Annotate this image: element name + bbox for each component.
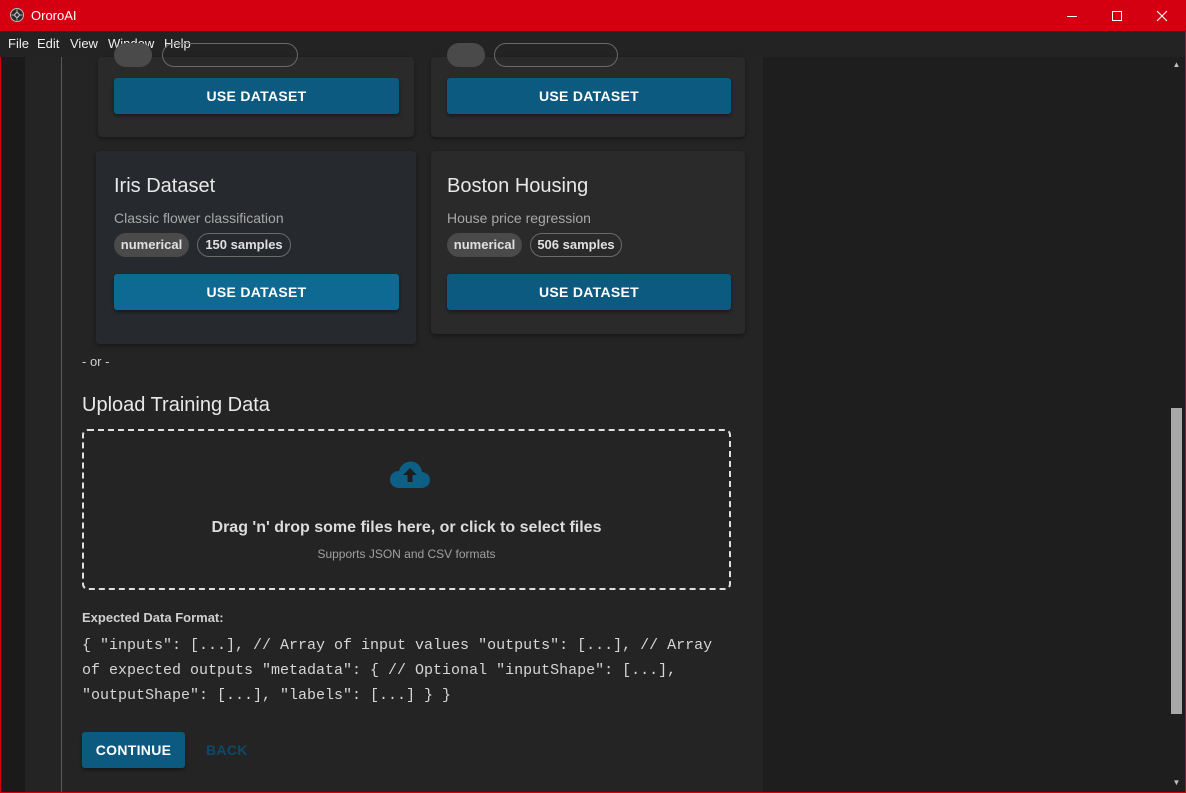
dataset-title: Boston Housing	[447, 175, 589, 197]
continue-button[interactable]: CONTINUE	[82, 732, 185, 768]
dataset-samples-chip	[162, 43, 298, 67]
dataset-type-chip	[114, 43, 152, 67]
scroll-down-arrow-icon[interactable]: ▼	[1171, 778, 1182, 788]
minimize-button[interactable]	[1049, 0, 1095, 31]
dataset-samples-chip: 506 samples	[530, 233, 622, 257]
dataset-samples-chip	[494, 43, 618, 67]
dataset-title: Iris Dataset	[114, 175, 216, 197]
menu-file[interactable]: File	[8, 36, 29, 51]
minimize-icon	[1067, 15, 1077, 17]
dataset-samples-chip: 150 samples	[197, 233, 291, 257]
dropzone-formats: Supports JSON and CSV formats	[317, 547, 496, 561]
or-separator: - or -	[82, 354, 110, 369]
dataset-type-chip: numerical	[447, 233, 522, 257]
cloud-upload-icon	[390, 461, 430, 488]
app-logo-icon	[10, 8, 24, 22]
close-button[interactable]	[1139, 0, 1185, 31]
use-dataset-button[interactable]: USE DATASET	[114, 274, 399, 310]
back-button[interactable]: BACK	[206, 732, 248, 768]
left-gutter	[1, 57, 26, 792]
scrollbar-thumb[interactable]	[1171, 408, 1182, 714]
format-label: Expected Data Format:	[82, 610, 224, 625]
menu-edit[interactable]: Edit	[37, 36, 59, 51]
close-icon	[1156, 10, 1168, 21]
stepper-connector	[61, 57, 62, 792]
use-dataset-button[interactable]: USE DATASET	[447, 78, 731, 114]
dataset-card: USE DATASET	[98, 43, 414, 137]
dataset-card-boston: Boston Housing House price regression nu…	[431, 151, 745, 334]
upload-section-title: Upload Training Data	[82, 394, 270, 416]
format-code: { "inputs": [...], // Array of input val…	[82, 637, 713, 704]
maximize-button[interactable]	[1094, 0, 1140, 31]
dataset-description: Classic flower classification	[114, 210, 284, 226]
maximize-icon	[1112, 10, 1122, 21]
use-dataset-button[interactable]: USE DATASET	[114, 78, 399, 114]
scroll-up-arrow-icon[interactable]: ▲	[1171, 60, 1182, 70]
dataset-card-iris: Iris Dataset Classic flower classificati…	[96, 151, 416, 344]
window-title: OroroAI	[31, 8, 77, 23]
dataset-type-chip: numerical	[114, 233, 189, 257]
title-bar: OroroAI	[0, 0, 1186, 31]
dataset-card: USE DATASET	[431, 43, 745, 137]
dropzone-instructions: Drag 'n' drop some files here, or click …	[211, 519, 602, 536]
use-dataset-button[interactable]: USE DATASET	[447, 274, 731, 310]
file-dropzone[interactable]: Drag 'n' drop some files here, or click …	[82, 429, 731, 590]
menu-view[interactable]: View	[70, 36, 98, 51]
dataset-description: House price regression	[447, 210, 591, 226]
dataset-type-chip	[447, 43, 485, 67]
